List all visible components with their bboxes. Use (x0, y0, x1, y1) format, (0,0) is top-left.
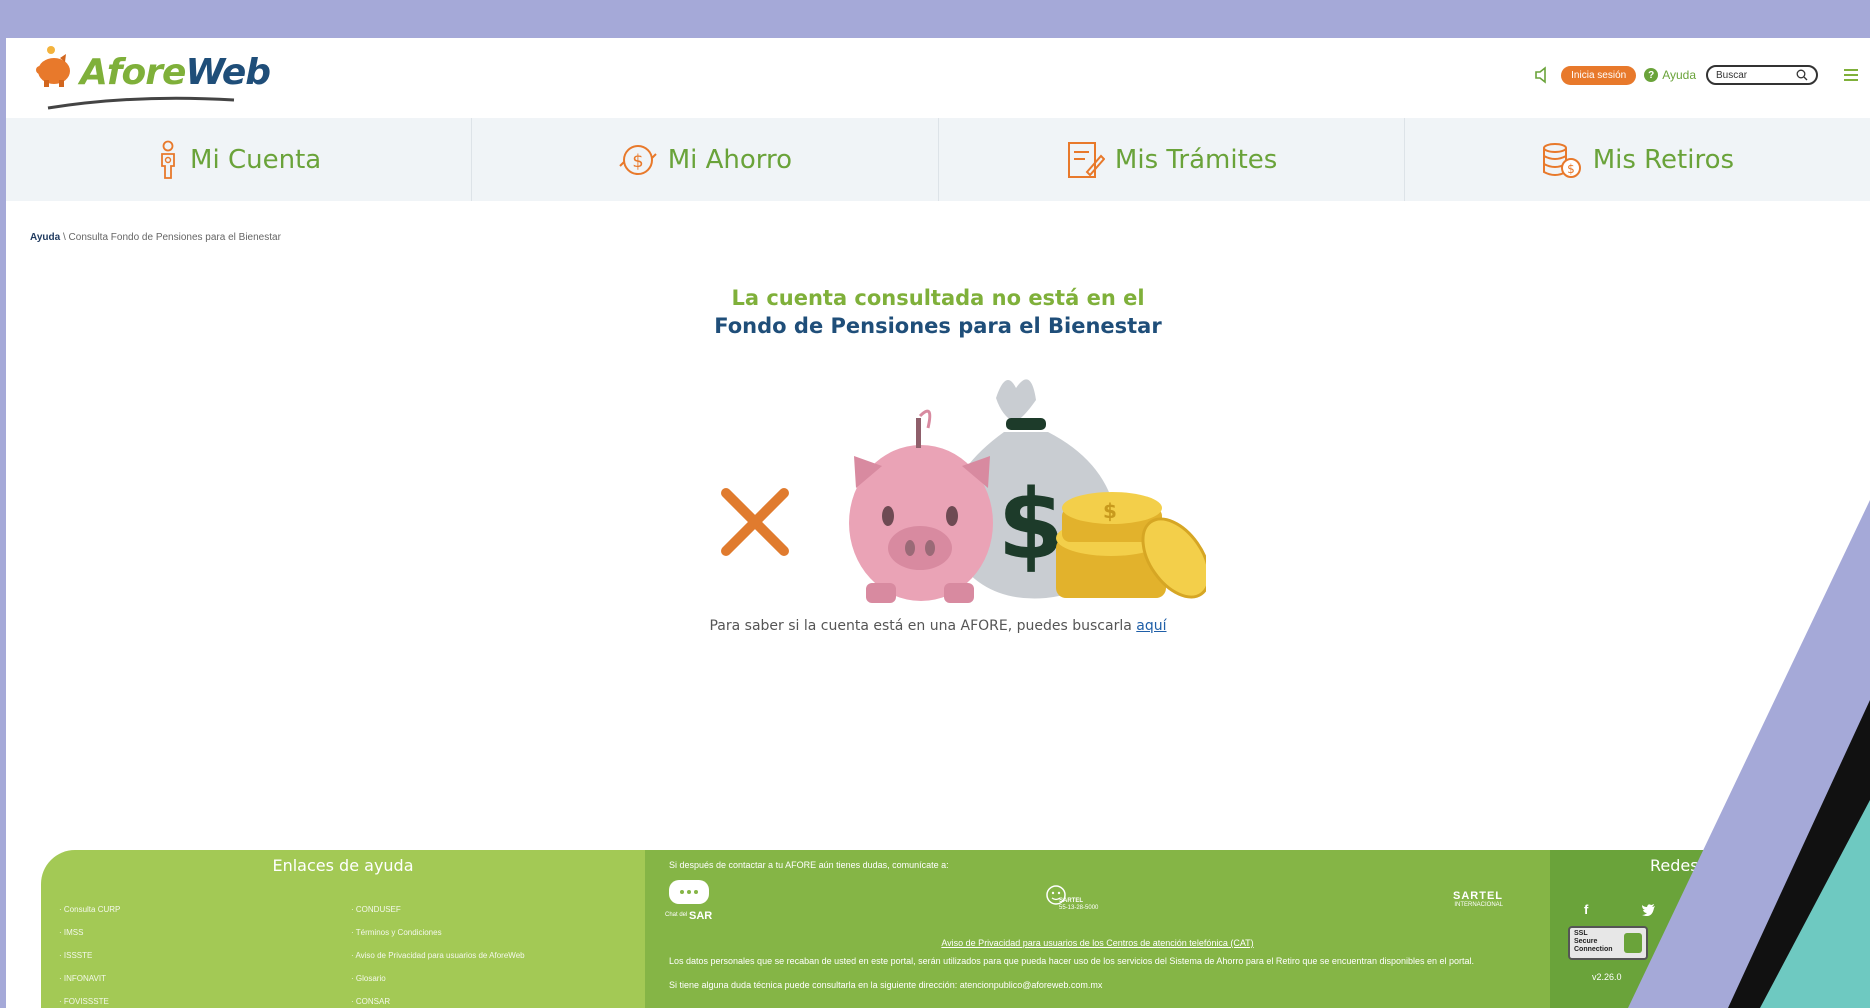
coins-stack-icon: $ (1542, 142, 1581, 178)
piggy-logo-icon (36, 46, 70, 87)
twitter-icon[interactable] (1642, 904, 1656, 916)
aforeweb-logo[interactable]: AforeWeb (34, 44, 271, 116)
chat-bubble-icon (669, 880, 709, 904)
footer-link[interactable]: ISSSTE (59, 944, 120, 967)
nav-label: Mis Trámites (1114, 144, 1278, 175)
footer-link[interactable]: INFONAVIT (59, 967, 120, 990)
breadcrumb-current: Consulta Fondo de Pensiones para el Bien… (68, 232, 281, 243)
footer: Enlaces de ayuda Consulta CURP IMSS ISSS… (41, 850, 1750, 1008)
document-edit-icon (1067, 141, 1105, 178)
page: AforeWeb Inicia sesión ? Ayuda Buscar Mi… (6, 38, 1870, 1008)
facebook-icon[interactable]: f (1584, 902, 1588, 917)
logo-swoosh (47, 96, 235, 110)
login-button[interactable]: Inicia sesión (1561, 65, 1637, 85)
logo-text: AforeWeb (80, 52, 271, 93)
header: AforeWeb Inicia sesión ? Ayuda Buscar (6, 38, 1870, 118)
sartel-intl-logo[interactable]: SARTEL INTERNACIONAL (1453, 890, 1503, 908)
footer-contact: Si después de contactar a tu AFORE aún t… (645, 850, 1550, 1008)
coins-icon: $ (1056, 492, 1206, 599)
person-icon (161, 140, 175, 179)
breadcrumb-separator: \ (62, 232, 66, 243)
sartel-intl-small: INTERNACIONAL (1454, 902, 1503, 908)
nav-label: Mi Cuenta (190, 144, 322, 175)
nav-label: Mi Ahorro (667, 144, 793, 175)
coin-hand-icon: $ (618, 144, 657, 175)
social-title: Redes (1650, 856, 1699, 875)
nav-item-mis-tramites[interactable]: Mis Trámites (939, 118, 1405, 201)
footer-link[interactable]: IMSS (59, 921, 120, 944)
breadcrumb: Ayuda \ Consulta Fondo de Pensiones para… (30, 232, 281, 243)
chat-sar-logo[interactable]: Chat del SAR (665, 878, 713, 924)
info-text: Para saber si la cuenta está en una AFOR… (6, 618, 1870, 634)
chat-small-label: Chat del (665, 912, 688, 918)
contact-text: Si después de contactar a tu AFORE aún t… (669, 860, 949, 870)
sartel-intl-label: SARTEL (1453, 890, 1503, 902)
sartel-logo[interactable]: SARTEL 55-13-28-5000 (1045, 884, 1098, 911)
footer-help-title: Enlaces de ayuda (272, 856, 414, 875)
data-notice: Los datos personales que se recaban de u… (669, 956, 1475, 966)
footer-link[interactable]: Términos y Condiciones (351, 921, 525, 944)
help-link[interactable]: ? Ayuda (1644, 68, 1696, 82)
search-placeholder: Buscar (1716, 69, 1748, 81)
page-title-line2: Fondo de Pensiones para el Bienestar (714, 314, 1162, 338)
not-found-illustration: $ $ (721, 379, 1206, 603)
piggy-bank-icon (849, 409, 993, 603)
footer-help-links: Enlaces de ayuda Consulta CURP IMSS ISSS… (41, 850, 645, 1008)
sartel-label: SARTEL (1059, 898, 1083, 904)
speaker-icon[interactable] (1533, 65, 1553, 85)
svg-text:$: $ (632, 151, 643, 172)
lock-icon (1624, 933, 1642, 953)
nav-item-mi-ahorro[interactable]: $ Mi Ahorro (472, 118, 939, 201)
footer-link[interactable]: FOVISSSTE (59, 990, 120, 1008)
privacy-cat-link[interactable]: Aviso de Privacidad para usuarios de los… (645, 938, 1550, 948)
help-label: Ayuda (1662, 68, 1696, 82)
svg-text:$: $ (998, 469, 1065, 581)
page-title-line1: La cuenta consultada no está en el (731, 286, 1145, 310)
info-text-body: Para saber si la cuenta está en una AFOR… (709, 618, 1137, 634)
footer-link[interactable]: Glosario (351, 967, 525, 990)
header-actions: Inicia sesión ? Ayuda Buscar (1533, 62, 1870, 88)
footer-link[interactable]: Consulta CURP (59, 898, 120, 921)
footer-link[interactable]: Aviso de Privacidad para usuarios de Afo… (351, 944, 524, 967)
search-icon[interactable] (1796, 69, 1808, 81)
footer-social: Redes f SSL Secure Connection v2.26.0 (1550, 850, 1750, 1008)
footer-link[interactable]: CONSAR (351, 990, 525, 1008)
chat-sar-label: SAR (689, 910, 713, 922)
ssl-badge: SSL Secure Connection (1568, 926, 1648, 960)
footer-link[interactable]: CONDUSEF (351, 898, 525, 921)
hamburger-menu-icon[interactable] (1844, 69, 1858, 81)
svg-text:$: $ (1567, 162, 1575, 176)
footer-links-left: Consulta CURP IMSS ISSSTE INFONAVIT FOVI… (59, 898, 120, 1008)
svg-text:$: $ (1103, 499, 1117, 523)
version-label: v2.26.0 (1592, 972, 1622, 982)
breadcrumb-root[interactable]: Ayuda (30, 232, 60, 243)
nav-item-mi-cuenta[interactable]: Mi Cuenta (6, 118, 473, 201)
search-here-link[interactable]: aquí (1136, 618, 1166, 634)
sartel-phone: 55-13-28-5000 (1059, 905, 1099, 911)
main-nav: Mi Cuenta $ Mi Ahorro Mis Trámites $ Mis… (6, 118, 1870, 201)
top-band (0, 0, 1870, 38)
x-mark-icon (721, 488, 789, 556)
nav-item-mis-retiros[interactable]: $ Mis Retiros (1405, 118, 1870, 201)
footer-links-right: CONDUSEF Términos y Condiciones Aviso de… (351, 898, 525, 1008)
search-input[interactable]: Buscar (1706, 65, 1818, 85)
question-icon: ? (1644, 68, 1659, 82)
tech-notice: Si tiene alguna duda técnica puede consu… (669, 980, 1103, 990)
nav-label: Mis Retiros (1592, 144, 1735, 175)
